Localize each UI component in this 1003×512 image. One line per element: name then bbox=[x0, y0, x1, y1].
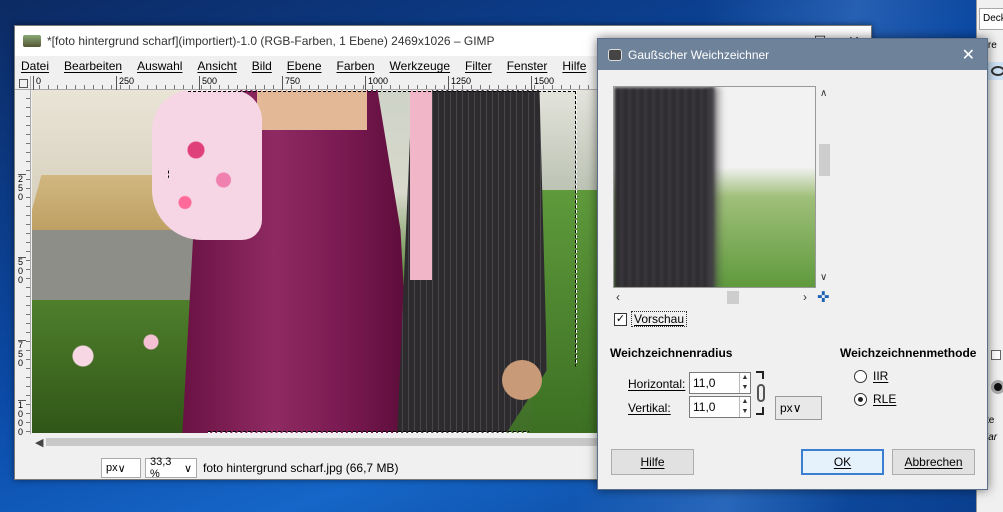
menu-ansicht[interactable]: Ansicht bbox=[197, 59, 236, 73]
chain-bracket-bottom bbox=[756, 407, 764, 415]
photo-baby bbox=[152, 90, 262, 240]
ruler-tick-label: 250 bbox=[18, 174, 26, 202]
preview-checkbox[interactable]: ✓ bbox=[614, 312, 627, 326]
spin-down-icon[interactable]: ▼ bbox=[740, 383, 750, 393]
menu-bild[interactable]: Bild bbox=[252, 59, 272, 73]
chevron-down-icon: ∨ bbox=[183, 462, 192, 475]
radius-unit-value: px bbox=[780, 401, 793, 415]
menu-ebene[interactable]: Ebene bbox=[287, 59, 322, 73]
method-section-title: Weichzeichnenmethode bbox=[840, 346, 977, 360]
zoom-value: 33,3 % bbox=[150, 456, 172, 480]
preview-vertical-scrollbar[interactable]: ∧ ∨ bbox=[816, 86, 833, 288]
scroll-left-icon[interactable]: ‹ bbox=[616, 290, 620, 304]
vertical-label: Vertikal: bbox=[628, 401, 671, 415]
preview-edge bbox=[709, 87, 723, 287]
ruler-tick-label: 750 bbox=[18, 340, 26, 368]
method-option-rle[interactable]: RLE bbox=[854, 392, 896, 406]
spin-up-icon[interactable]: ▲ bbox=[740, 397, 750, 407]
eye-icon[interactable] bbox=[991, 66, 1003, 76]
preview-horizontal-scrollbar[interactable]: ‹ › bbox=[613, 289, 816, 305]
scroll-down-icon[interactable]: ∨ bbox=[820, 272, 827, 283]
preview-label[interactable]: Vorschau bbox=[631, 311, 688, 327]
blur-preview[interactable] bbox=[613, 86, 816, 288]
scroll-right-icon[interactable]: › bbox=[803, 290, 807, 304]
radio-rle[interactable] bbox=[854, 392, 867, 406]
radio-rle-label[interactable]: RLE bbox=[873, 392, 896, 406]
spin-buttons: ▲ ▼ bbox=[739, 373, 750, 393]
menu-hilfe[interactable]: Hilfe bbox=[562, 59, 586, 73]
method-option-iir[interactable]: IIR bbox=[854, 369, 888, 383]
ruler-tick-label: 750 bbox=[282, 76, 300, 90]
radius-unit-select[interactable]: px ∨ bbox=[775, 396, 822, 420]
vertical-ruler[interactable]: 250 500 750 1000 bbox=[15, 90, 31, 437]
chevron-down-icon: ∨ bbox=[792, 401, 802, 415]
cancel-button-label: Abbrechen bbox=[904, 455, 963, 469]
scroll-up-icon[interactable]: ∧ bbox=[820, 88, 827, 99]
chevron-down-icon: ∨ bbox=[117, 462, 126, 475]
preview-v-thumb[interactable] bbox=[819, 144, 830, 176]
dock-tab[interactable]: Deck bbox=[979, 8, 1003, 30]
spin-down-icon[interactable]: ▼ bbox=[740, 407, 750, 417]
menu-auswahl[interactable]: Auswahl bbox=[137, 59, 182, 73]
unit-value: px bbox=[106, 462, 118, 474]
menu-datei[interactable]: Datei bbox=[21, 59, 49, 73]
preview-h-thumb[interactable] bbox=[727, 291, 739, 304]
photo-shoulders bbox=[257, 90, 367, 130]
window-title: *[foto hintergrund scharf](importiert)-1… bbox=[47, 34, 495, 48]
vertical-radius-value[interactable]: 11,0 bbox=[690, 400, 739, 414]
help-button[interactable]: Hilfe bbox=[611, 449, 694, 475]
ruler-tick-label: 1250 bbox=[448, 76, 471, 90]
spin-buttons: ▲ ▼ bbox=[739, 397, 750, 417]
ruler-tick-label: 500 bbox=[18, 257, 26, 285]
ruler-tick-label: 0 bbox=[33, 76, 41, 90]
status-file-info: foto hintergrund scharf.jpg (66,7 MB) bbox=[203, 461, 399, 475]
cancel-button[interactable]: Abbrechen bbox=[892, 449, 975, 475]
chain-link bbox=[757, 384, 765, 402]
ruler-tick-label: 1000 bbox=[18, 400, 26, 437]
gimp-dialog-icon bbox=[608, 48, 622, 61]
chain-link-icon[interactable] bbox=[756, 371, 768, 415]
horizontal-radius-value[interactable]: 11,0 bbox=[690, 376, 739, 390]
dialog-titlebar[interactable]: Gaußscher Weichzeichner ✕ bbox=[598, 39, 987, 70]
radio-iir-label[interactable]: IIR bbox=[873, 369, 888, 383]
gaussian-blur-dialog: Gaußscher Weichzeichner ✕ ∧ ∨ ‹ › ✜ ✓ Vo… bbox=[597, 38, 988, 490]
chain-bracket-top bbox=[756, 371, 764, 379]
quick-mask-toggle[interactable] bbox=[15, 76, 31, 90]
ruler-tick-label: 1500 bbox=[531, 76, 554, 90]
menu-filter[interactable]: Filter bbox=[465, 59, 492, 73]
ruler-tick-label: 1000 bbox=[365, 76, 388, 90]
unit-select[interactable]: px ∨ bbox=[101, 458, 141, 478]
dock-checkbox[interactable] bbox=[991, 350, 1001, 360]
horizontal-label: Horizontal: bbox=[628, 377, 686, 391]
ok-button-label: OK bbox=[833, 455, 852, 469]
photo-tie bbox=[410, 90, 432, 280]
ok-button[interactable]: OK bbox=[801, 449, 884, 475]
photo-hand bbox=[502, 360, 542, 400]
gimp-app-icon bbox=[23, 35, 41, 47]
dialog-close-button[interactable]: ✕ bbox=[962, 45, 975, 65]
preview-suit bbox=[614, 87, 714, 287]
menu-werkzeuge[interactable]: Werkzeuge bbox=[390, 59, 450, 73]
radio-iir[interactable] bbox=[854, 369, 867, 383]
spin-up-icon[interactable]: ▲ bbox=[740, 373, 750, 383]
help-button-label: Hilfe bbox=[640, 455, 665, 469]
menu-bearbeiten[interactable]: Bearbeiten bbox=[64, 59, 122, 73]
move-navigate-icon[interactable]: ✜ bbox=[817, 288, 830, 306]
zoom-select[interactable]: 33,3 % ∨ bbox=[145, 456, 197, 480]
ruler-tick-label: 250 bbox=[116, 76, 134, 90]
brush-preview-icon[interactable] bbox=[991, 380, 1003, 394]
radius-section-title: Weichzeichnenradius bbox=[610, 346, 733, 360]
vertical-radius-spinner[interactable]: 11,0 ▲ ▼ bbox=[689, 396, 751, 418]
menu-farben[interactable]: Farben bbox=[337, 59, 375, 73]
preview-checkbox-row[interactable]: ✓ Vorschau bbox=[614, 311, 688, 327]
menu-fenster[interactable]: Fenster bbox=[507, 59, 548, 73]
horizontal-radius-spinner[interactable]: 11,0 ▲ ▼ bbox=[689, 372, 751, 394]
scroll-left-icon[interactable]: ◀ bbox=[35, 436, 43, 449]
photo-flowers bbox=[32, 300, 202, 433]
ruler-tick-label: 500 bbox=[199, 76, 217, 90]
dialog-title: Gaußscher Weichzeichner bbox=[628, 47, 770, 62]
